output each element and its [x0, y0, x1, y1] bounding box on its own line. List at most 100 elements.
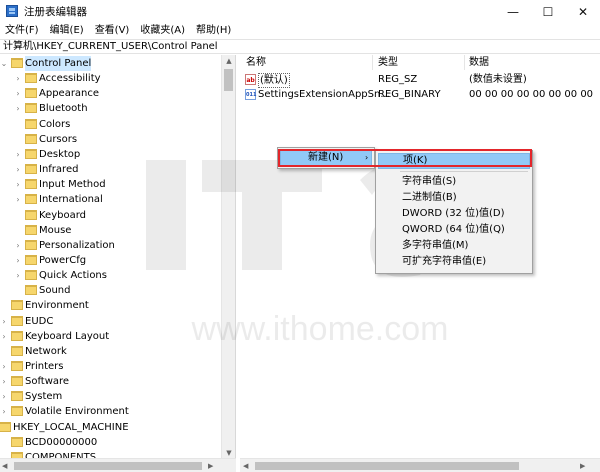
folder-icon — [25, 224, 37, 235]
tree-item[interactable]: › Personalization — [0, 238, 221, 253]
tree-item[interactable]: Cursors — [0, 132, 221, 147]
tree-item-label: Desktop — [39, 148, 81, 160]
scroll-right-arrow-icon[interactable]: ▶ — [208, 459, 213, 472]
collapsed-chevron-icon[interactable]: › — [0, 377, 8, 386]
menu-item-new[interactable]: 新建(N) › — [280, 150, 372, 166]
scroll-thumb[interactable] — [14, 462, 202, 470]
scroll-right-arrow-icon[interactable]: ▶ — [580, 459, 585, 472]
tree-item[interactable]: › Infrared — [0, 162, 221, 177]
menu-edit[interactable]: 编辑(E) — [45, 23, 90, 39]
tree-item[interactable]: › Accessibility — [0, 71, 221, 86]
scroll-left-arrow-icon[interactable]: ◀ — [2, 459, 7, 472]
tree-item[interactable]: › Printers — [0, 359, 221, 374]
tree-item[interactable]: › PowerCfg — [0, 253, 221, 268]
value-row-settings-extension[interactable]: 011 SettingsExtensionAppSn... REG_BINARY… — [240, 87, 600, 102]
scroll-thumb[interactable] — [224, 69, 233, 91]
menu-favorites[interactable]: 收藏夹(A) — [135, 23, 191, 39]
collapsed-chevron-icon[interactable]: › — [0, 407, 8, 416]
maximize-button[interactable]: ☐ — [531, 0, 565, 23]
tree-item[interactable]: › Volatile Environment — [0, 404, 221, 419]
tree-horizontal-scrollbar[interactable]: ◀ ▶ — [0, 458, 236, 472]
column-header-data[interactable]: 数据 — [469, 57, 489, 69]
tree-item[interactable]: Sound — [0, 283, 221, 298]
title-bar: 注册表编辑器 — ☐ ✕ — [0, 0, 600, 23]
collapsed-chevron-icon[interactable]: › — [0, 362, 8, 371]
minimize-button[interactable]: — — [496, 0, 530, 23]
menu-item-new-label: 新建(N) — [308, 152, 344, 163]
submenu-item-dword-value[interactable]: DWORD (32 位)值(D) — [378, 206, 530, 222]
column-divider[interactable] — [464, 55, 465, 70]
submenu-item-string-value[interactable]: 字符串值(S) — [378, 174, 530, 190]
collapsed-chevron-icon[interactable]: › — [0, 332, 8, 341]
folder-icon — [25, 103, 37, 114]
binary-value-icon: 011 — [245, 89, 256, 100]
submenu-item-key[interactable]: 项(K) — [378, 153, 530, 169]
scroll-thumb[interactable] — [255, 462, 519, 470]
address-bar[interactable]: 计算机\HKEY_CURRENT_USER\Control Panel — [0, 39, 600, 54]
column-divider[interactable] — [372, 55, 373, 70]
collapsed-chevron-icon[interactable]: › — [0, 317, 8, 326]
value-row-default[interactable]: ab (默认) REG_SZ (数值未设置) — [240, 72, 600, 88]
tree-item[interactable]: › Keyboard Layout — [0, 329, 221, 344]
collapsed-chevron-icon[interactable]: › — [14, 74, 22, 83]
tree-item-label: BCD00000000 — [25, 436, 98, 448]
tree-item[interactable]: Colors — [0, 117, 221, 132]
tree-item[interactable]: › EUDC — [0, 314, 221, 329]
expanded-chevron-icon[interactable]: ⌄ — [0, 59, 8, 68]
tree-item[interactable]: › Software — [0, 374, 221, 389]
folder-icon — [25, 148, 37, 159]
tree-item[interactable]: › Bluetooth — [0, 101, 221, 116]
tree-item[interactable]: › Quick Actions — [0, 268, 221, 283]
submenu-item-multi-string-value[interactable]: 多字符串值(M) — [378, 238, 530, 254]
tree-item[interactable]: ⌄ Control Panel — [0, 56, 221, 71]
tree-item-label: Personalization — [39, 239, 115, 251]
collapsed-chevron-icon[interactable]: › — [14, 256, 22, 265]
tree-item[interactable]: BCD00000000 — [0, 435, 221, 450]
collapsed-chevron-icon[interactable]: › — [14, 150, 22, 159]
menu-separator — [400, 171, 528, 172]
collapsed-chevron-icon[interactable]: › — [14, 180, 22, 189]
scroll-up-arrow-icon[interactable]: ▲ — [222, 55, 236, 68]
tree-item-label: PowerCfg — [39, 254, 87, 266]
tree-item-label: HKEY_LOCAL_MACHINE — [13, 421, 129, 433]
tree-item[interactable]: › System — [0, 389, 221, 404]
folder-icon — [11, 361, 23, 371]
tree-item-label: Keyboard Layout — [25, 330, 110, 342]
window-title: 注册表编辑器 — [24, 6, 87, 18]
submenu-item-qword-value[interactable]: QWORD (64 位)值(Q) — [378, 222, 530, 238]
submenu-item-expandable-string-value[interactable]: 可扩充字符串值(E) — [378, 254, 530, 270]
regedit-app-icon — [6, 5, 18, 17]
registry-tree[interactable]: ⌄ Control Panel › Accessibility › Appearance ›… — [0, 55, 236, 472]
tree-item[interactable]: Keyboard — [0, 208, 221, 223]
menu-help[interactable]: 帮助(H) — [191, 23, 237, 39]
column-header-name[interactable]: 名称 — [246, 57, 266, 69]
close-button[interactable]: ✕ — [566, 0, 600, 23]
scroll-left-arrow-icon[interactable]: ◀ — [243, 459, 248, 472]
submenu-arrow-icon: › — [365, 153, 369, 162]
folder-icon — [25, 270, 37, 281]
collapsed-chevron-icon[interactable]: › — [14, 195, 22, 204]
submenu-item-binary-value[interactable]: 二进制值(B) — [378, 190, 530, 206]
tree-item[interactable]: Environment — [0, 298, 221, 313]
tree-vertical-scrollbar[interactable]: ▲ ▼ — [221, 55, 235, 460]
tree-item[interactable]: › Appearance — [0, 86, 221, 101]
tree-item[interactable]: ⌄HKEY_LOCAL_MACHINE — [0, 420, 221, 435]
collapsed-chevron-icon[interactable]: › — [14, 165, 22, 174]
collapsed-chevron-icon[interactable]: › — [14, 271, 22, 280]
menu-file[interactable]: 文件(F) — [0, 23, 45, 39]
collapsed-chevron-icon[interactable]: › — [14, 89, 22, 98]
tree-item[interactable]: Mouse — [0, 223, 221, 238]
tree-item[interactable]: › Input Method — [0, 177, 221, 192]
values-horizontal-scrollbar[interactable]: ◀ ▶ — [240, 458, 600, 472]
menu-view[interactable]: 查看(V) — [90, 23, 136, 39]
collapsed-chevron-icon[interactable]: › — [14, 104, 22, 113]
tree-item[interactable]: › Desktop — [0, 147, 221, 162]
submenu-item-label: 可扩充字符串值(E) — [402, 256, 487, 267]
tree-item[interactable]: Network — [0, 344, 221, 359]
collapsed-chevron-icon[interactable]: › — [0, 392, 8, 401]
folder-icon — [25, 209, 37, 220]
collapsed-chevron-icon[interactable]: › — [14, 241, 22, 250]
tree-item[interactable]: › International — [0, 192, 221, 207]
folder-icon — [25, 285, 37, 296]
column-header-type[interactable]: 类型 — [378, 57, 398, 69]
